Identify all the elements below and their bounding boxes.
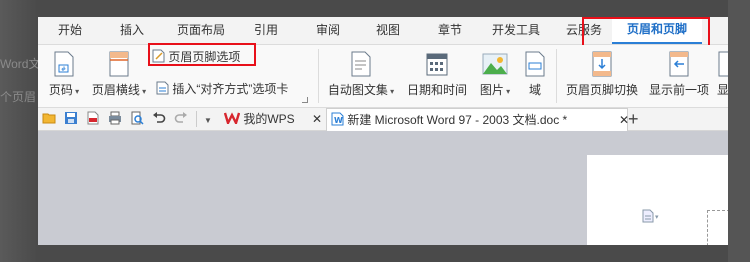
picture-label: 图片 bbox=[479, 83, 504, 97]
show-next-icon bbox=[718, 51, 728, 77]
svg-text:#: # bbox=[61, 66, 66, 73]
menu-review[interactable]: 审阅 bbox=[304, 17, 352, 44]
auto-text-button[interactable]: 自动图文集 ▾ bbox=[324, 51, 398, 98]
tab-my-wps[interactable]: 我的WPS ✕ bbox=[223, 108, 322, 130]
header-line-label: 页眉横线 bbox=[91, 83, 140, 97]
header-margin-guide bbox=[707, 210, 728, 245]
quick-access-tab-bar: ▼ 我的WPS ✕ W 新建 Microsoft Word 97 - 2003 … bbox=[38, 108, 728, 131]
undo-icon[interactable] bbox=[152, 111, 166, 125]
insert-align-tab-label: 插入“对齐方式”选项卡 bbox=[172, 82, 289, 96]
paste-options-icon[interactable]: ▾ bbox=[642, 209, 662, 223]
highlight-box-menu bbox=[582, 17, 710, 48]
wps-window: 开始 插入 页面布局 引用 审阅 视图 章节 开发工具 云服务 页眉和页脚 # … bbox=[38, 17, 728, 245]
switch-header-footer-icon bbox=[592, 51, 612, 77]
field-label: 域 bbox=[528, 83, 541, 97]
background-text-2: 个页眉 bbox=[0, 90, 37, 104]
menu-view[interactable]: 视图 bbox=[364, 17, 412, 44]
ribbon: # 页码 ▾ 页眉横线 ▾ 页眉页脚选项 插入“对齐方式”选项卡 自动图文集 ▾ bbox=[38, 43, 728, 108]
switch-header-footer-button[interactable]: 页眉页脚切换 bbox=[564, 51, 640, 98]
tab-my-wps-label: 我的WPS bbox=[243, 112, 295, 126]
redo-icon[interactable] bbox=[174, 111, 188, 125]
export-pdf-icon[interactable] bbox=[86, 111, 100, 125]
tab-my-wps-close-icon[interactable]: ✕ bbox=[312, 112, 322, 126]
insert-align-tab-button[interactable]: 插入“对齐方式”选项卡 bbox=[156, 81, 288, 97]
picture-icon bbox=[482, 53, 508, 75]
group-launcher-icon[interactable] bbox=[302, 97, 308, 103]
document-workspace: ▾ bbox=[38, 131, 728, 245]
svg-text:W: W bbox=[334, 116, 343, 125]
picture-button[interactable]: 图片 ▾ bbox=[474, 51, 516, 98]
tab-document[interactable]: W 新建 Microsoft Word 97 - 2003 文档.doc * ✕ bbox=[326, 108, 629, 131]
qat-separator bbox=[196, 111, 197, 127]
page-number-label: 页码 bbox=[48, 83, 73, 97]
print-icon[interactable] bbox=[108, 111, 122, 125]
show-previous-label: 显示前一项 bbox=[648, 83, 709, 97]
page-number-icon: # bbox=[54, 51, 74, 77]
field-icon bbox=[525, 51, 545, 77]
show-previous-button[interactable]: 显示前一项 bbox=[646, 51, 712, 98]
menu-developer[interactable]: 开发工具 bbox=[486, 17, 546, 44]
ribbon-separator bbox=[318, 49, 319, 103]
wps-logo-icon bbox=[223, 112, 241, 127]
date-time-button[interactable]: 日期和时间 bbox=[404, 51, 470, 98]
auto-text-label: 自动图文集 bbox=[327, 83, 388, 97]
show-previous-icon bbox=[669, 51, 689, 77]
word-doc-icon: W bbox=[331, 112, 344, 126]
show-next-label: 显 bbox=[716, 83, 728, 97]
tab-document-label: 新建 Microsoft Word 97 - 2003 文档.doc * bbox=[347, 113, 568, 127]
menu-references[interactable]: 引用 bbox=[242, 17, 290, 44]
print-preview-icon[interactable] bbox=[130, 111, 144, 125]
new-tab-button[interactable]: + bbox=[628, 108, 639, 130]
align-tab-icon bbox=[156, 81, 169, 95]
field-button[interactable]: 域 bbox=[522, 51, 548, 98]
svg-text:▾: ▾ bbox=[655, 213, 659, 221]
menu-start[interactable]: 开始 bbox=[46, 17, 94, 44]
menu-page-layout[interactable]: 页面布局 bbox=[170, 17, 232, 44]
date-time-label: 日期和时间 bbox=[406, 83, 467, 97]
document-page[interactable]: ▾ bbox=[587, 155, 728, 245]
calendar-icon bbox=[426, 53, 448, 76]
save-icon[interactable] bbox=[64, 111, 78, 125]
show-next-button[interactable]: 显 bbox=[716, 51, 728, 98]
ribbon-separator bbox=[556, 49, 557, 103]
header-line-button[interactable]: 页眉横线 ▾ bbox=[88, 51, 150, 98]
highlight-box-options bbox=[148, 43, 256, 66]
background-text-1: Word文 bbox=[0, 57, 41, 71]
menu-insert[interactable]: 插入 bbox=[108, 17, 156, 44]
header-line-icon bbox=[109, 51, 129, 77]
switch-header-footer-label: 页眉页脚切换 bbox=[565, 83, 638, 97]
qat-dropdown-icon[interactable]: ▼ bbox=[204, 108, 212, 130]
open-folder-icon[interactable] bbox=[42, 111, 56, 125]
page-number-button[interactable]: # 页码 ▾ bbox=[44, 51, 84, 98]
auto-text-icon bbox=[351, 51, 371, 77]
menu-chapter[interactable]: 章节 bbox=[426, 17, 474, 44]
